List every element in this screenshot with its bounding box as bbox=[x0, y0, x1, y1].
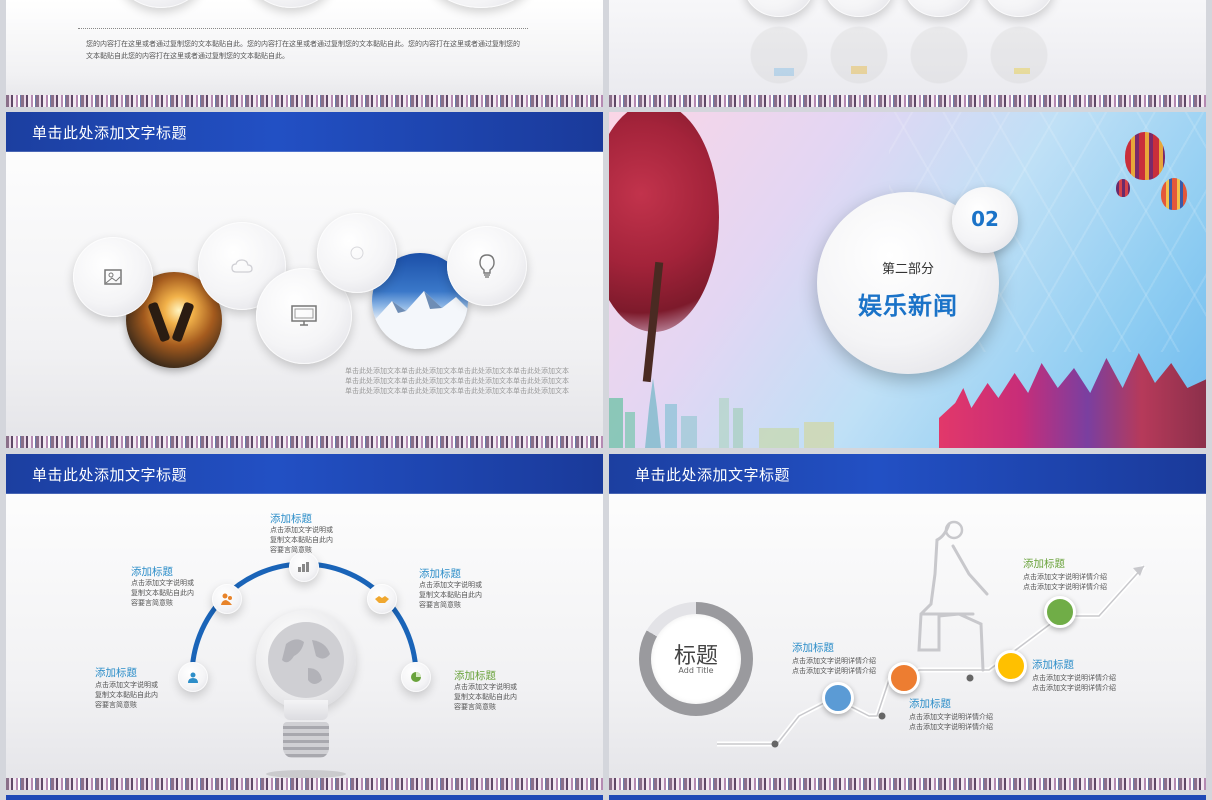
monitor-icon bbox=[290, 304, 318, 328]
body-line: 单击此处添加文本单击此处添加文本单击此处添加文本单击此处添加文本 bbox=[345, 377, 569, 385]
balloon bbox=[1116, 179, 1130, 197]
handshake-icon bbox=[374, 591, 390, 607]
reflect-icon bbox=[851, 66, 867, 74]
circle bbox=[744, 0, 814, 17]
blank-circle[interactable] bbox=[317, 213, 397, 293]
section-subtitle: 第二部分 bbox=[881, 262, 934, 277]
item-desc: 点击添加文字说明详情介绍 点击添加文字说明详情介绍 bbox=[792, 657, 876, 675]
footer-strip bbox=[609, 778, 1206, 790]
pie-chart-icon bbox=[408, 669, 424, 685]
lightbulb-globe bbox=[256, 610, 356, 710]
footer-strip bbox=[6, 95, 603, 107]
next-slide-header bbox=[6, 795, 603, 800]
tree-foliage bbox=[609, 112, 719, 332]
section-number: 02 bbox=[971, 207, 999, 231]
item-title: 添加标题 bbox=[1023, 558, 1065, 570]
circle bbox=[984, 0, 1054, 17]
node-yellow[interactable] bbox=[995, 650, 1027, 682]
body-text: 您的内容打在这里或者通过复制您的文本黏贴自此。您的内容打在这里或者通过复制您的文… bbox=[86, 40, 520, 60]
reflect-icon bbox=[1014, 68, 1030, 74]
city-skyline bbox=[609, 378, 834, 448]
slide-5[interactable]: 单击此处添加文字标题 添加标题 点击添加文字说明或 复制文本黏贴自此内 容要言简意赅… bbox=[6, 454, 603, 790]
bar-chart-icon bbox=[296, 559, 312, 575]
item-desc: 点击添加文字说明或 复制文本黏贴自此内 容要言简意赅 bbox=[419, 581, 482, 609]
item-desc: 点击添加文字说明或 复制文本黏贴自此内 容要言简意赅 bbox=[95, 681, 158, 709]
footer-strip bbox=[6, 778, 603, 790]
node-orange[interactable] bbox=[888, 662, 920, 694]
title-ring: 标题 Add Title bbox=[639, 602, 753, 716]
faint-icon bbox=[347, 243, 367, 263]
item-desc: 点击添加文字说明或 复制文本黏贴自此内 容要言简意赅 bbox=[270, 526, 333, 554]
item-title: 添加标题 bbox=[131, 566, 173, 578]
crowd-silhouette bbox=[939, 353, 1206, 448]
item-desc: 点击添加文字说明详情介绍 点击添加文字说明详情介绍 bbox=[1023, 573, 1107, 591]
lightbulb-shadow bbox=[266, 770, 346, 778]
item-title: 添加标题 bbox=[95, 667, 137, 679]
slide-title: 单击此处添加文字标题 bbox=[32, 124, 188, 142]
body-line: 单击此处添加文本单击此处添加文本单击此处添加文本单击此处添加文本 bbox=[345, 387, 569, 395]
item-title: 添加标题 bbox=[1032, 659, 1074, 671]
slide-4[interactable]: 第二部分 娱乐新闻 02 bbox=[609, 112, 1206, 448]
people-icon bbox=[219, 591, 235, 607]
slide-6[interactable]: 单击此处添加文字标题 标题 Add Title 添加标题 点击添加文字说明详情介… bbox=[609, 454, 1206, 790]
node-blue[interactable] bbox=[822, 682, 854, 714]
handshake-icon-node[interactable] bbox=[367, 584, 397, 614]
item-desc: 点击添加文字说明或 复制文本黏贴自此内 容要言简意赅 bbox=[454, 683, 517, 711]
next-slide-header bbox=[609, 795, 1206, 800]
lightbulb-icon-circle[interactable] bbox=[447, 226, 527, 306]
slide-2[interactable] bbox=[609, 0, 1206, 107]
item-desc: 点击添加文字说明详情介绍 点击添加文字说明详情介绍 bbox=[909, 713, 993, 731]
slide-3[interactable]: 单击此处添加文字标题 单击此处添加文本单击此处添加文本单击此处添加文本单击此处添… bbox=[6, 112, 603, 448]
dotted-divider bbox=[78, 28, 528, 29]
node-green[interactable] bbox=[1044, 596, 1076, 628]
lightbulb-base bbox=[283, 722, 329, 758]
circle bbox=[904, 0, 974, 17]
circle bbox=[246, 0, 336, 8]
item-title: 添加标题 bbox=[270, 513, 312, 525]
lightbulb-icon bbox=[475, 252, 499, 280]
body-line: 单击此处添加文本单击此处添加文本单击此处添加文本单击此处添加文本 bbox=[345, 367, 569, 375]
item-title: 添加标题 bbox=[909, 698, 951, 710]
circle bbox=[824, 0, 894, 17]
person-icon bbox=[185, 669, 201, 685]
people-icon-node[interactable] bbox=[212, 584, 242, 614]
pie-icon-node[interactable] bbox=[401, 662, 431, 692]
circle bbox=[116, 0, 206, 8]
ring-subtitle: Add Title bbox=[678, 666, 714, 675]
item-title: 添加标题 bbox=[792, 642, 834, 654]
reflect-icon bbox=[774, 68, 794, 76]
balloon bbox=[1161, 178, 1187, 210]
person-icon-node[interactable] bbox=[178, 662, 208, 692]
slide-header: 单击此处添加文字标题 bbox=[6, 112, 603, 152]
section-title: 娱乐新闻 bbox=[858, 292, 958, 320]
footer-strip bbox=[609, 95, 1206, 107]
image-icon bbox=[101, 265, 125, 289]
balloon bbox=[1125, 132, 1165, 180]
circle bbox=[426, 0, 536, 8]
globe-icon bbox=[268, 622, 344, 698]
item-title: 添加标题 bbox=[419, 568, 461, 580]
item-desc: 点击添加文字说明详情介绍 点击添加文字说明详情介绍 bbox=[1032, 674, 1116, 692]
body-text: 单击此处添加文本单击此处添加文本单击此处添加文本单击此处添加文本 单击此处添加文… bbox=[324, 366, 569, 396]
item-desc: 点击添加文字说明或 复制文本黏贴自此内 容要言简意赅 bbox=[131, 579, 194, 607]
image-icon-circle[interactable] bbox=[73, 237, 153, 317]
slide-1[interactable]: 您的内容打在这里或者通过复制您的文本黏贴自此。您的内容打在这里或者通过复制您的文… bbox=[6, 0, 603, 107]
chart-icon-node[interactable] bbox=[289, 552, 319, 582]
footer-strip bbox=[6, 436, 603, 448]
item-title: 添加标题 bbox=[454, 670, 496, 682]
reflection bbox=[744, 25, 1054, 85]
cloud-icon bbox=[230, 254, 254, 278]
section-number-circle: 02 bbox=[952, 187, 1018, 253]
lightbulb-neck bbox=[284, 700, 328, 720]
